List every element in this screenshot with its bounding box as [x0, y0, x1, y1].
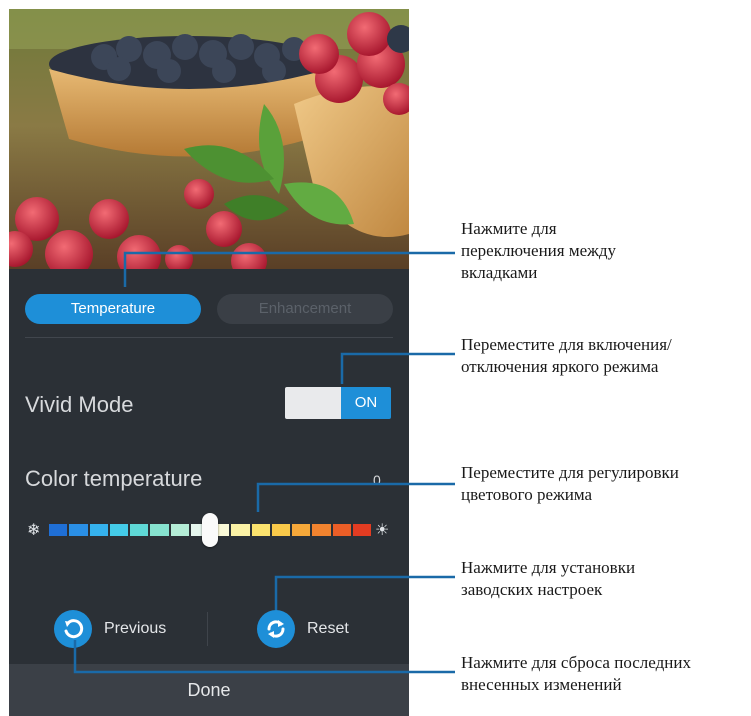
callout-slider-text: Переместите для регулировки цветового ре… [461, 463, 679, 504]
callout-reset-text: Нажмите для установки заводских настроек [461, 558, 636, 599]
callout-line-vivid [340, 352, 455, 384]
callout-line-slider [256, 482, 455, 512]
callout-line-previous [73, 640, 455, 674]
callout-line-reset [274, 575, 455, 610]
callout-previous-text: Нажмите для сброса последних внесенных и… [461, 653, 691, 694]
callout-line-tabs [123, 251, 455, 287]
callout-tabs-text: Нажмите для переключения между вкладками [461, 219, 617, 282]
callout-vivid-text: Переместите для включения/ отключения яр… [461, 335, 672, 376]
